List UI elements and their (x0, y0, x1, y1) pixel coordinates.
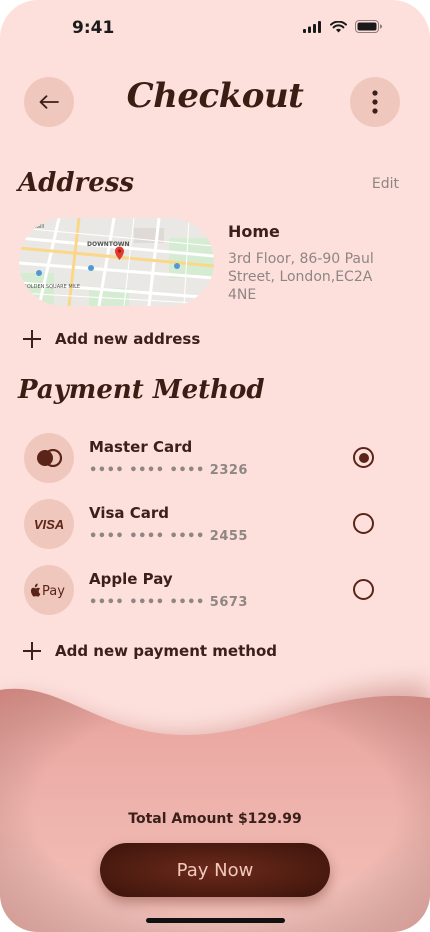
status-time: 9:41 (72, 18, 115, 38)
signal-icon (303, 20, 321, 33)
address-detail: 3rd Floor, 86-90 Paul Street, London,EC2… (228, 251, 374, 303)
status-bar: 9:41 (0, 0, 430, 56)
payment-option-mastercard[interactable]: Master Card •••• •••• •••• 2326 (24, 433, 404, 483)
visa-icon: VISA (24, 499, 74, 549)
svg-text:Pay: Pay (42, 584, 65, 598)
map-label-downtown: DOWNTOWN (87, 241, 130, 248)
pay-now-button[interactable]: Pay Now (100, 843, 330, 897)
map-label-golden: GOLDEN SQUARE MILE (23, 284, 80, 290)
total-amount: Total Amount $129.99 (128, 811, 302, 827)
radio-unselected[interactable] (353, 513, 374, 534)
address-map[interactable]: DOWNTOWN GOLDEN SQUARE MILE McGill (19, 218, 214, 306)
payment-name: Apple Pay (89, 570, 173, 588)
address-section-title: Address (18, 168, 135, 198)
plus-icon (23, 330, 41, 348)
payment-number: •••• •••• •••• 5673 (89, 595, 248, 610)
edit-address-link[interactable]: Edit (372, 176, 399, 192)
payment-option-visa[interactable]: VISA Visa Card •••• •••• •••• 2455 (24, 499, 404, 549)
payment-number: •••• •••• •••• 2326 (89, 463, 248, 478)
wifi-icon (330, 20, 347, 32)
apple-pay-icon: Pay (24, 565, 74, 615)
radio-unselected[interactable] (353, 579, 374, 600)
address-label: Home (228, 222, 280, 241)
more-vertical-icon (372, 90, 378, 114)
map-image: DOWNTOWN GOLDEN SQUARE MILE McGill (19, 218, 214, 306)
mastercard-icon (24, 433, 74, 483)
payment-name: Master Card (89, 438, 193, 456)
status-icons (303, 20, 382, 33)
battery-icon (355, 20, 382, 33)
map-label-mcgill: McGill (29, 224, 44, 230)
home-indicator (146, 918, 285, 923)
payment-option-apple-pay[interactable]: Pay Apple Pay •••• •••• •••• 5673 (24, 565, 404, 615)
payment-section-title: Payment Method (18, 375, 265, 405)
add-address-label: Add new address (55, 330, 201, 348)
radio-selected[interactable] (353, 447, 374, 468)
add-new-address-button[interactable]: Add new address (23, 330, 200, 348)
more-options-button[interactable] (350, 77, 400, 127)
payment-number: •••• •••• •••• 2455 (89, 529, 248, 544)
checkout-screen: 9:41 Checkout Address Edit DOWNTOWN GOLD… (0, 0, 430, 932)
payment-name: Visa Card (89, 504, 170, 522)
